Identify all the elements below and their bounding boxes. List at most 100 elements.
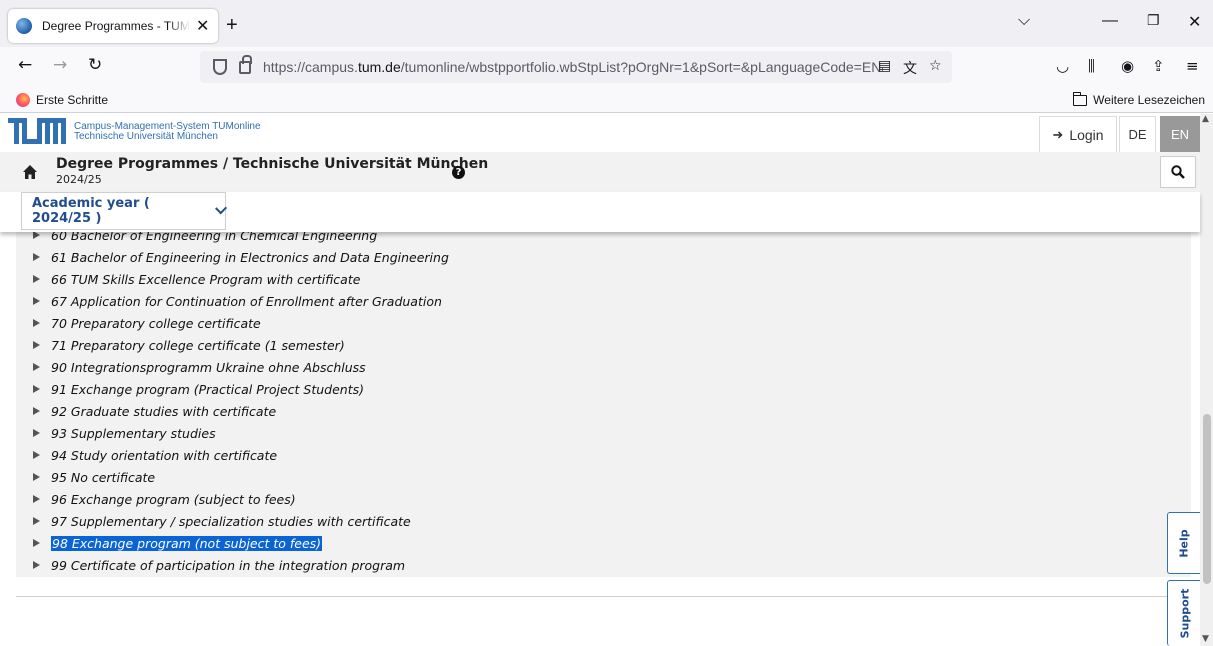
programme-link[interactable]: 97 Supplementary / specialization studie…	[51, 514, 411, 529]
page-title-bar: Degree Programmes / Technische Universit…	[0, 152, 1200, 192]
expand-triangle-icon[interactable]	[33, 275, 40, 283]
new-tab-button[interactable]: +	[226, 14, 238, 37]
restore-icon[interactable]: ❐	[1147, 12, 1160, 29]
tracking-shield-icon[interactable]	[213, 59, 227, 75]
programme-row[interactable]: 61 Bachelor of Engineering in Electronic…	[16, 246, 1191, 268]
url-text[interactable]: https://campus.tum.de/tumonline/wbstppor…	[263, 59, 883, 75]
help-question-icon[interactable]: ?	[452, 166, 465, 179]
programme-row[interactable]: 90 Integrationsprogramm Ukraine ohne Abs…	[16, 356, 1191, 378]
expand-triangle-icon[interactable]	[33, 385, 40, 393]
programme-row[interactable]: 92 Graduate studies with certificate	[16, 400, 1191, 422]
scroll-thumb[interactable]	[1203, 414, 1211, 584]
expand-triangle-icon[interactable]	[33, 495, 40, 503]
login-icon: ➜	[1052, 126, 1064, 142]
programme-link[interactable]: 96 Exchange program (subject to fees)	[51, 492, 296, 507]
programme-link[interactable]: 67 Application for Continuation of Enrol…	[51, 294, 442, 309]
expand-triangle-icon[interactable]	[33, 319, 40, 327]
page-content: Campus-Management-System TUMonline Techn…	[0, 114, 1213, 646]
programme-link[interactable]: 93 Supplementary studies	[51, 426, 216, 441]
reload-icon[interactable]: ↻	[88, 55, 102, 75]
programme-link[interactable]: 66 TUM Skills Excellence Program with ce…	[51, 272, 360, 287]
programme-row[interactable]: 96 Exchange program (subject to fees)	[16, 488, 1191, 510]
browser-tab-strip: Degree Programmes - TUMonline ✕ + ⌵ — ❐ …	[0, 0, 1213, 47]
expand-triangle-icon[interactable]	[33, 231, 40, 239]
translate-icon[interactable]: 文	[903, 58, 917, 78]
academic-year-dropdown[interactable]: Academic year ( 2024/25 )	[21, 192, 227, 230]
reader-view-icon[interactable]: ▤	[878, 58, 891, 74]
programme-link[interactable]: 92 Graduate studies with certificate	[51, 404, 276, 419]
back-arrow-icon[interactable]: ←	[18, 55, 32, 75]
login-button[interactable]: ➜ Login	[1039, 116, 1117, 152]
programme-link[interactable]: 95 No certificate	[51, 470, 155, 485]
lang-en-button[interactable]: EN	[1160, 116, 1200, 152]
help-tab-label: Help	[1178, 528, 1191, 558]
expand-triangle-icon[interactable]	[33, 341, 40, 349]
chevron-down-icon	[214, 202, 227, 215]
programme-list: 60 Bachelor of Engineering in Chemical E…	[16, 224, 1191, 576]
expand-triangle-icon[interactable]	[33, 407, 40, 415]
expand-triangle-icon[interactable]	[33, 297, 40, 305]
expand-triangle-icon[interactable]	[33, 539, 40, 547]
programme-link[interactable]: 61 Bachelor of Engineering in Electronic…	[51, 250, 449, 265]
tab-close-icon[interactable]: ✕	[196, 16, 209, 36]
programme-link[interactable]: 90 Integrationsprogramm Ukraine ohne Abs…	[51, 360, 366, 375]
programme-row[interactable]: 66 TUM Skills Excellence Program with ce…	[16, 268, 1191, 290]
bookmark-star-icon[interactable]: ☆	[929, 58, 942, 74]
close-window-icon[interactable]: ✕	[1188, 12, 1201, 32]
scroll-up-icon[interactable]: ▲	[1202, 114, 1209, 124]
programme-row[interactable]: 67 Application for Continuation of Enrol…	[16, 290, 1191, 312]
tum-logo-icon[interactable]	[8, 118, 66, 144]
library-icon[interactable]: ⫼	[1088, 57, 1095, 75]
programme-row[interactable]: 98 Exchange program (not subject to fees…	[16, 532, 1191, 554]
programme-link[interactable]: 71 Preparatory college certificate (1 se…	[51, 338, 345, 353]
bookmark-erste-schritte[interactable]: Erste Schritte	[16, 93, 108, 107]
search-button[interactable]	[1160, 156, 1196, 188]
expand-triangle-icon[interactable]	[33, 451, 40, 459]
expand-triangle-icon[interactable]	[33, 363, 40, 371]
lock-icon[interactable]	[239, 54, 252, 74]
bookmark-label: Erste Schritte	[36, 93, 109, 107]
support-side-tab[interactable]: Support	[1167, 580, 1201, 646]
minimize-icon[interactable]: —	[1102, 12, 1118, 30]
help-side-tab[interactable]: Help	[1167, 512, 1201, 574]
programme-row[interactable]: 93 Supplementary studies	[16, 422, 1191, 444]
programme-row[interactable]: 97 Supplementary / specialization studie…	[16, 510, 1191, 532]
expand-triangle-icon[interactable]	[33, 561, 40, 569]
programme-link[interactable]: 94 Study orientation with certificate	[51, 448, 277, 463]
support-tab-label: Support	[1178, 588, 1191, 639]
programme-row[interactable]: 70 Preparatory college certificate	[16, 312, 1191, 334]
programme-link[interactable]: 70 Preparatory college certificate	[51, 316, 261, 331]
filter-bar: Academic year ( 2024/25 )	[0, 192, 1200, 232]
programme-link[interactable]: 99 Certificate of participation in the i…	[51, 558, 405, 573]
programme-row[interactable]: 71 Preparatory college certificate (1 se…	[16, 334, 1191, 356]
expand-triangle-icon[interactable]	[33, 473, 40, 481]
home-icon[interactable]	[22, 164, 38, 180]
programme-row[interactable]: 94 Study orientation with certificate	[16, 444, 1191, 466]
programme-row[interactable]: 91 Exchange program (Practical Project S…	[16, 378, 1191, 400]
academic-year-label: Academic year ( 2024/25 )	[32, 196, 150, 226]
pocket-icon[interactable]: ◡	[1056, 57, 1069, 75]
page-subtitle: 2024/25	[56, 173, 102, 186]
programme-row[interactable]: 99 Certificate of participation in the i…	[16, 554, 1191, 576]
lang-de-button[interactable]: DE	[1119, 116, 1156, 152]
menu-icon[interactable]: ≡	[1186, 57, 1199, 75]
page-title: Degree Programmes / Technische Universit…	[56, 156, 489, 172]
page-scrollbar[interactable]: ▲ ▼	[1200, 114, 1213, 646]
programme-row[interactable]: 95 No certificate	[16, 466, 1191, 488]
expand-triangle-icon[interactable]	[33, 429, 40, 437]
expand-triangle-icon[interactable]	[33, 517, 40, 525]
expand-triangle-icon[interactable]	[33, 253, 40, 261]
university-name: Technische Universität München	[74, 131, 218, 142]
scroll-down-icon[interactable]: ▼	[1202, 634, 1209, 644]
firefox-icon	[16, 93, 30, 107]
share-icon[interactable]: ⇪	[1152, 57, 1165, 75]
bookmark-other-folder[interactable]: Weitere Lesezeichen	[1072, 91, 1205, 107]
browser-tab[interactable]: Degree Programmes - TUMonline ✕	[8, 9, 218, 43]
url-bar[interactable]: https://campus.tum.de/tumonline/wbstppor…	[200, 51, 952, 83]
tab-list-chevron-icon[interactable]: ⌵	[1018, 12, 1030, 30]
account-icon[interactable]: ◉	[1121, 57, 1134, 75]
tum-favicon-icon	[16, 18, 32, 34]
programme-link[interactable]: 98 Exchange program (not subject to fees…	[51, 535, 323, 551]
forward-arrow-icon[interactable]: →	[53, 55, 67, 75]
programme-link[interactable]: 91 Exchange program (Practical Project S…	[51, 382, 364, 397]
